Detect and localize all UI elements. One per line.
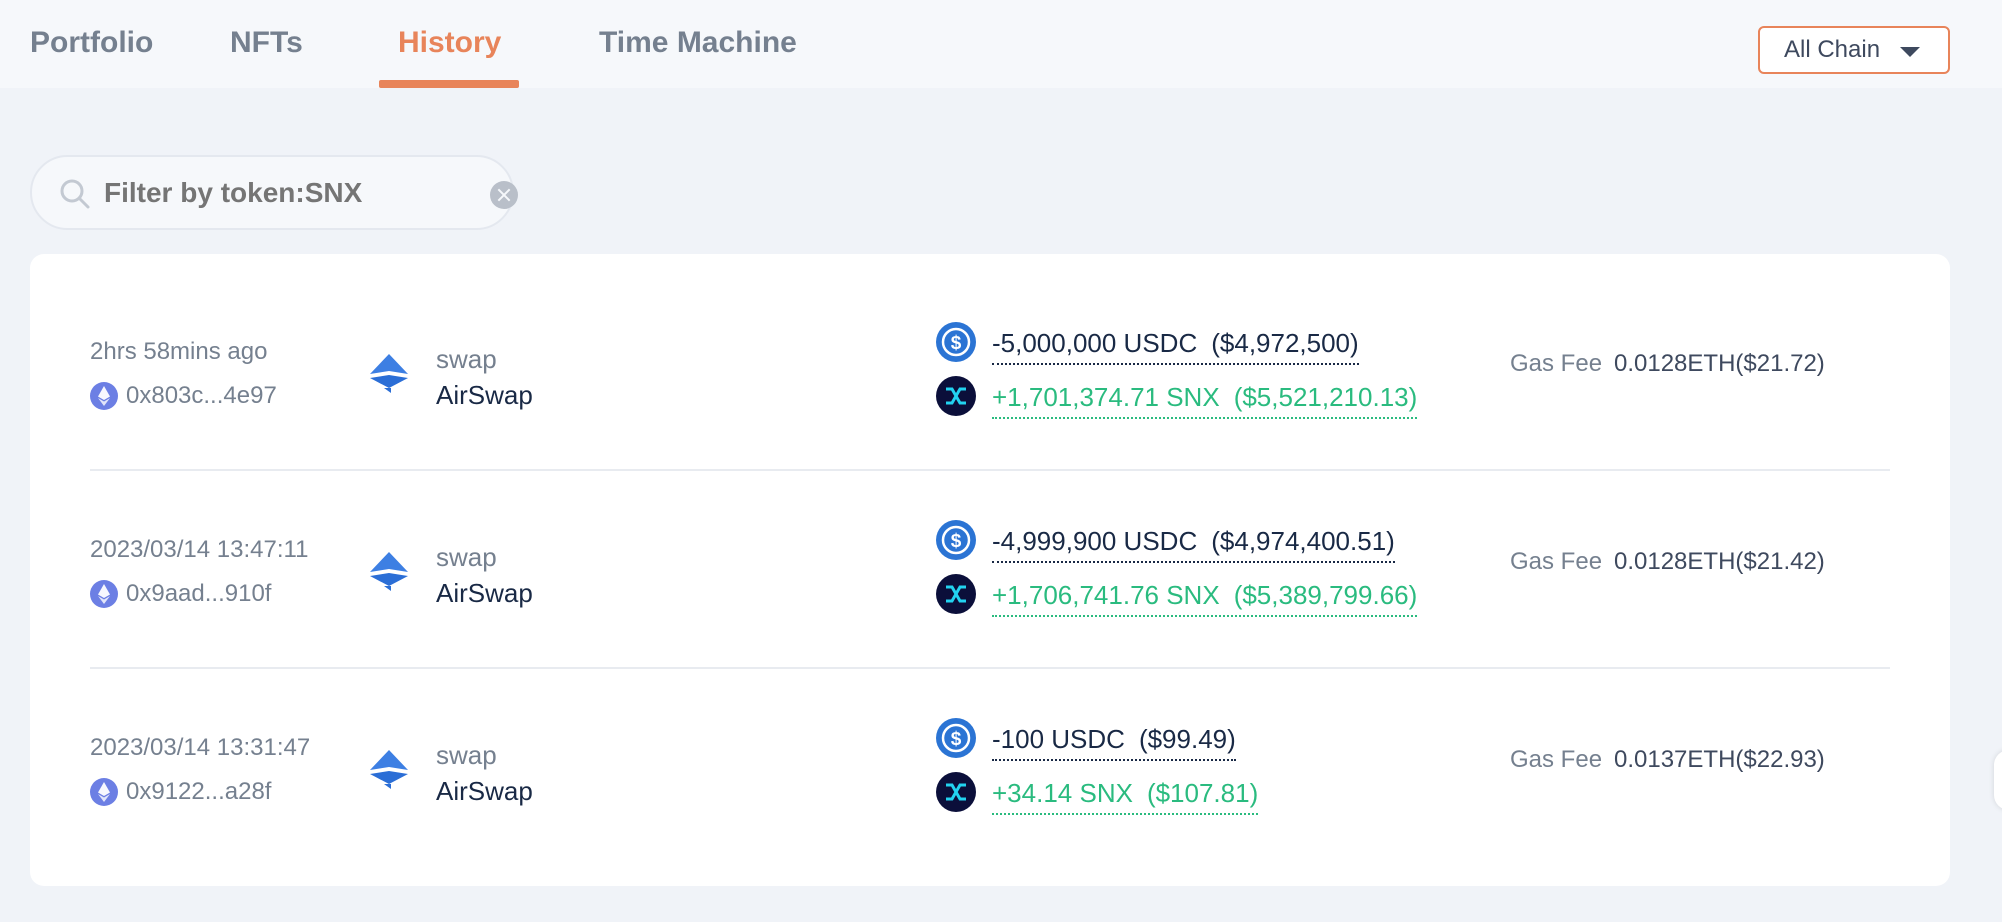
received-amount[interactable]: +34.14 SNX ($107.81) [992,778,1259,815]
active-tab-indicator [379,80,519,88]
tab-time-machine[interactable]: Time Machine [599,26,797,60]
tab-nfts[interactable]: NFTs [230,26,303,60]
clear-icon[interactable] [490,181,518,209]
gas-fee-value: 0.0128ETH($21.42) [1614,548,1825,575]
airswap-icon [370,552,408,591]
sent-amount[interactable]: -4,999,900 USDC ($4,974,400.51) [992,526,1395,563]
gas-fee-value: 0.0128ETH($21.72) [1614,350,1825,377]
top-nav: Portfolio NFTs History Time Machine All … [0,0,2002,88]
received-amount[interactable]: +1,701,374.71 SNX ($5,521,210.13) [992,382,1418,419]
svg-text:$: $ [951,333,962,354]
airswap-icon [370,750,408,789]
search-icon [60,179,90,209]
history-list: 2hrs 58mins ago 0x803c...4e97 swap AirSw… [30,254,1950,886]
received-amount[interactable]: +1,706,741.76 SNX ($5,389,799.66) [992,580,1418,617]
snx-icon [936,376,976,416]
tab-portfolio[interactable]: Portfolio [30,26,153,60]
snx-icon [936,772,976,812]
chain-select-value: All Chain [1784,36,1881,63]
ethereum-icon [90,580,118,608]
tx-address[interactable]: 0x9122...a28f [126,778,271,806]
snx-icon [936,574,976,614]
tx-address[interactable]: 0x803c...4e97 [126,382,277,410]
chain-select[interactable]: All Chain [1758,26,1950,74]
history-row: 2023/03/14 13:31:47 0x9122...a28f swap A… [90,650,1890,848]
protocol-name[interactable]: AirSwap [436,578,533,609]
protocol-name[interactable]: AirSwap [436,776,533,807]
airswap-icon [370,354,408,393]
gas-fee-label: Gas Fee [1510,350,1603,377]
gas-fee-value: 0.0137ETH($22.93) [1614,746,1825,773]
usdc-icon: $ [936,322,976,362]
usdc-icon: $ [936,718,976,758]
gas-fee-label: Gas Fee [1510,548,1603,575]
usdc-icon: $ [936,520,976,560]
caret-down-icon [1900,47,1920,57]
token-filter-input[interactable] [104,171,464,215]
tx-time: 2hrs 58mins ago [90,338,268,365]
sent-amount[interactable]: -5,000,000 USDC ($4,972,500) [992,328,1359,365]
token-filter [30,155,518,230]
ethereum-icon [90,778,118,806]
ethereum-icon [90,382,118,410]
svg-text:$: $ [951,729,962,750]
tx-time: 2023/03/14 13:47:11 [90,536,309,563]
gas-fee-label: Gas Fee [1510,746,1603,773]
tab-history[interactable]: History [398,26,501,60]
protocol-name[interactable]: AirSwap [436,380,533,411]
tx-time: 2023/03/14 13:31:47 [90,734,311,761]
tx-type: swap [436,542,497,572]
svg-text:$: $ [951,531,962,552]
history-row: 2023/03/14 13:47:11 0x9aad...910f swap A… [90,452,1890,650]
tx-address[interactable]: 0x9aad...910f [126,580,271,608]
side-panel-handle[interactable] [1994,750,2002,810]
sent-amount[interactable]: -100 USDC ($99.49) [992,724,1236,761]
tx-type: swap [436,344,497,374]
history-row: 2hrs 58mins ago 0x803c...4e97 swap AirSw… [90,254,1890,452]
tx-type: swap [436,740,497,770]
